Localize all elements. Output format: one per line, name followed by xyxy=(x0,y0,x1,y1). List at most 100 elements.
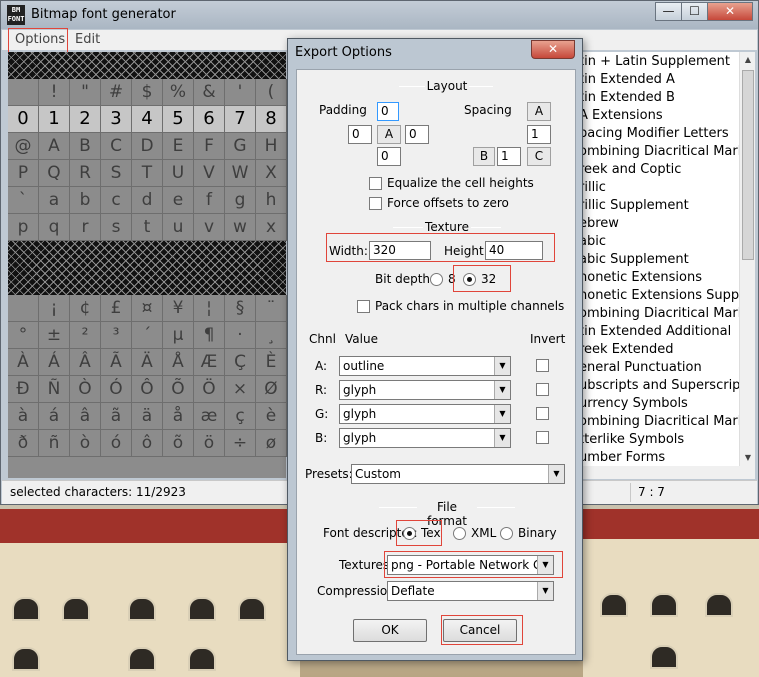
glyph-cell[interactable]: s xyxy=(101,214,132,241)
title-bar[interactable]: BM FONT Bitmap font generator — ☐ ✕ xyxy=(1,1,758,29)
glyph-cell[interactable]: F xyxy=(194,133,225,160)
glyph-cell[interactable]: 8 xyxy=(256,106,287,133)
glyph-cell[interactable]: Ä xyxy=(132,349,163,376)
glyph-cell[interactable]: x xyxy=(256,214,287,241)
glyph-cell[interactable]: f xyxy=(194,187,225,214)
unicode-subset-item[interactable]: ombining Diacritical Marks xyxy=(579,144,739,159)
glyph-cell[interactable]: 7 xyxy=(225,106,256,133)
glyph-cell[interactable]: ° xyxy=(8,322,39,349)
glyph-cell[interactable]: á xyxy=(39,403,70,430)
glyph-cell[interactable]: 0 xyxy=(8,106,39,133)
glyph-cell[interactable]: ð xyxy=(8,430,39,457)
glyph-cell[interactable]: D xyxy=(132,133,163,160)
invert-checkbox[interactable] xyxy=(536,407,549,420)
glyph-cell[interactable]: À xyxy=(8,349,39,376)
unicode-subset-item[interactable]: pacing Modifier Letters xyxy=(579,126,729,141)
glyph-cell[interactable]: ¤ xyxy=(132,295,163,322)
minimize-button[interactable]: — xyxy=(655,2,682,21)
glyph-cell[interactable]: Ç xyxy=(225,349,256,376)
glyph-cell[interactable]: H xyxy=(256,133,287,160)
channel-value-dropdown[interactable]: glyph ▼ xyxy=(339,428,511,448)
glyph-cell[interactable]: p xyxy=(8,214,39,241)
texture-width-field[interactable]: 320 xyxy=(369,241,431,260)
unicode-subset-item[interactable]: eneral Punctuation xyxy=(579,360,702,375)
padding-left-field[interactable]: 0 xyxy=(348,125,372,144)
glyph-cell[interactable]: ` xyxy=(8,187,39,214)
glyph-cell[interactable]: ( xyxy=(256,79,287,106)
unicode-subset-item[interactable]: ombining Diacritical Marks xyxy=(579,306,739,321)
glyph-cell[interactable]: # xyxy=(101,79,132,106)
glyph-cell[interactable]: h xyxy=(256,187,287,214)
glyph-cell[interactable]: 6 xyxy=(194,106,225,133)
invert-checkbox[interactable] xyxy=(536,431,549,444)
channel-value-dropdown[interactable]: outline ▼ xyxy=(339,356,511,376)
unicode-subset-item[interactable]: reek Extended xyxy=(579,342,673,357)
glyph-grid[interactable]: ! " # $% & '(0 1 2 3 4 5 6 7 8 @ A B C D E F G H P Q R S T U V W X ` a b c d… xyxy=(8,52,287,478)
equalize-heights-checkbox[interactable] xyxy=(369,177,382,190)
glyph-cell[interactable]: Ó xyxy=(101,376,132,403)
glyph-cell[interactable]: Ö xyxy=(194,376,225,403)
glyph-cell[interactable]: ¦ xyxy=(194,295,225,322)
unicode-subset-item[interactable]: abic xyxy=(579,234,606,249)
compression-dropdown[interactable]: Deflate ▼ xyxy=(387,581,554,601)
descriptor-xml-radio[interactable] xyxy=(453,527,466,540)
glyph-cell[interactable]: 2 xyxy=(70,106,101,133)
unicode-subset-item[interactable]: rillic xyxy=(579,180,606,195)
padding-down-field[interactable]: 0 xyxy=(377,147,401,166)
glyph-cell[interactable]: ± xyxy=(39,322,70,349)
bitdepth-32-radio[interactable] xyxy=(463,273,476,286)
glyph-cell[interactable]: $ xyxy=(132,79,163,106)
glyph-cell[interactable]: ÷ xyxy=(225,430,256,457)
ok-button[interactable]: OK xyxy=(353,619,427,642)
glyph-cell[interactable]: ç xyxy=(225,403,256,430)
glyph-cell[interactable]: ø xyxy=(256,430,287,457)
pack-chars-checkbox[interactable] xyxy=(357,300,370,313)
glyph-cell[interactable]: 5 xyxy=(163,106,194,133)
texture-height-field[interactable]: 40 xyxy=(485,241,543,260)
scroll-up-arrow-icon[interactable]: ▲ xyxy=(740,52,756,68)
glyph-cell[interactable]: r xyxy=(70,214,101,241)
textures-format-dropdown[interactable]: png - Portable Network Graphic ▼ xyxy=(387,555,554,575)
unicode-subset-item[interactable]: tin Extended A xyxy=(579,72,675,87)
glyph-cell[interactable]: ö xyxy=(194,430,225,457)
glyph-cell[interactable]: Q xyxy=(39,160,70,187)
glyph-cell[interactable]: Ø xyxy=(256,376,287,403)
glyph-cell[interactable]: b xyxy=(70,187,101,214)
glyph-cell[interactable]: § xyxy=(225,295,256,322)
glyph-cell[interactable]: Æ xyxy=(194,349,225,376)
glyph-cell[interactable]: P xyxy=(8,160,39,187)
list-horizontal-scrollbar[interactable] xyxy=(579,466,755,479)
unicode-subset-item[interactable]: tin Extended B xyxy=(579,90,675,105)
glyph-cell[interactable]: ò xyxy=(70,430,101,457)
unicode-subset-item[interactable]: urrency Symbols xyxy=(579,396,688,411)
glyph-cell[interactable]: C xyxy=(101,133,132,160)
glyph-cell[interactable]: Ò xyxy=(70,376,101,403)
glyph-cell[interactable]: ñ xyxy=(39,430,70,457)
glyph-cell[interactable]: B xyxy=(70,133,101,160)
glyph-cell[interactable]: q xyxy=(39,214,70,241)
glyph-cell[interactable]: a xyxy=(39,187,70,214)
unicode-subset-item[interactable]: rillic Supplement xyxy=(579,198,689,213)
glyph-cell[interactable] xyxy=(8,79,39,106)
glyph-cell[interactable]: µ xyxy=(163,322,194,349)
glyph-cell[interactable]: ó xyxy=(101,430,132,457)
descriptor-text-radio[interactable] xyxy=(403,527,416,540)
glyph-cell[interactable]: Â xyxy=(70,349,101,376)
glyph-cell[interactable]: ³ xyxy=(101,322,132,349)
unicode-subset-item[interactable]: tterlike Symbols xyxy=(579,432,684,447)
spacing-vertical-field[interactable]: 1 xyxy=(527,125,551,144)
glyph-cell[interactable]: S xyxy=(101,160,132,187)
glyph-cell[interactable]: Å xyxy=(163,349,194,376)
padding-right-field[interactable]: 0 xyxy=(405,125,429,144)
scroll-thumb[interactable] xyxy=(742,70,754,260)
spacing-horizontal-field[interactable]: 1 xyxy=(497,147,521,166)
unicode-subset-item[interactable]: umber Forms xyxy=(579,450,665,465)
unicode-subset-item[interactable]: tin + Latin Supplement xyxy=(579,54,730,69)
glyph-cell[interactable]: t xyxy=(132,214,163,241)
glyph-cell[interactable]: ¨ xyxy=(256,295,287,322)
glyph-cell[interactable] xyxy=(8,295,39,322)
glyph-cell[interactable]: c xyxy=(101,187,132,214)
glyph-cell[interactable]: v xyxy=(194,214,225,241)
glyph-cell[interactable]: A xyxy=(39,133,70,160)
glyph-cell[interactable]: à xyxy=(8,403,39,430)
